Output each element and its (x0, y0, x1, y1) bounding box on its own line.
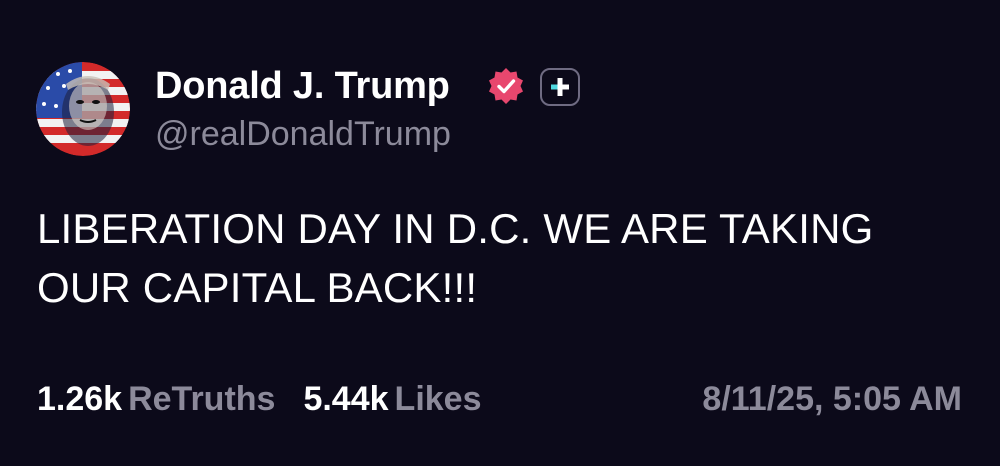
retruths-stat[interactable]: 1.26k ReTruths (37, 378, 275, 420)
truth-post: Donald J. Trump @realDonaldTrump LIBERAT… (0, 0, 1000, 466)
likes-stat[interactable]: 5.44k Likes (303, 378, 481, 420)
author-handle[interactable]: @realDonaldTrump (155, 113, 451, 155)
verified-badge-icon (486, 66, 526, 106)
retruths-label: ReTruths (128, 380, 276, 418)
likes-label: Likes (394, 380, 482, 418)
likes-count: 5.44k (303, 380, 389, 418)
avatar[interactable] (36, 62, 130, 156)
retruths-count: 1.26k (37, 380, 123, 418)
post-stats: 1.26k ReTruths 5.44k Likes (37, 378, 482, 420)
post-text: LIBERATION DAY IN D.C. WE ARE TAKING OUR… (37, 205, 874, 311)
author-display-name[interactable]: Donald J. Trump (155, 64, 450, 108)
avatar-image (36, 62, 130, 156)
plus-badge-icon[interactable] (540, 68, 580, 106)
post-timestamp: 8/11/25, 5:05 AM (702, 380, 962, 418)
